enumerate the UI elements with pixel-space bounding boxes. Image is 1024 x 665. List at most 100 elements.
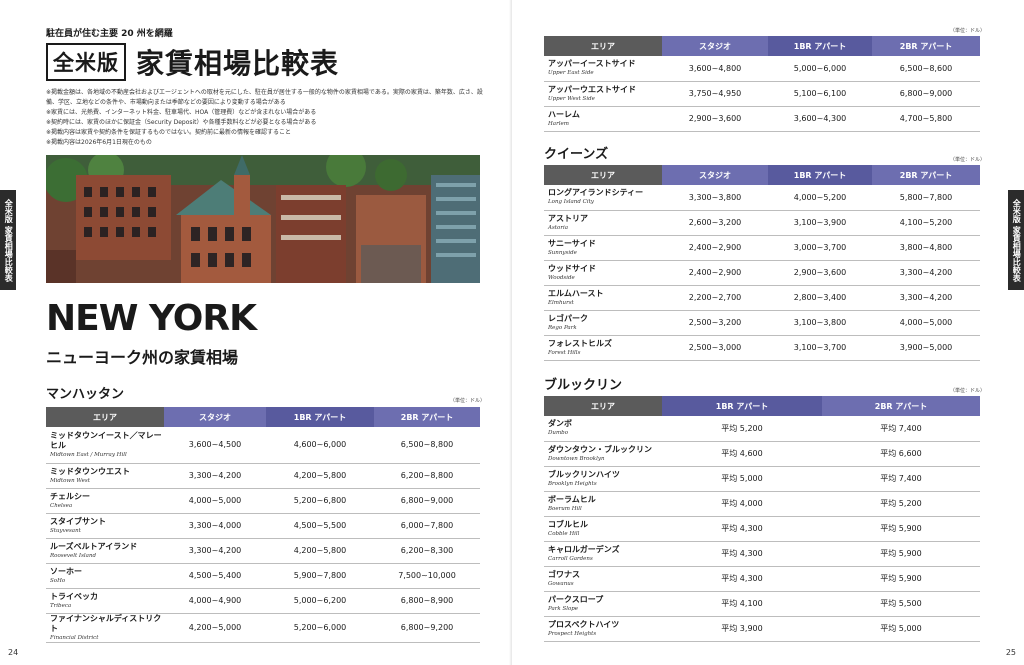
area-name-en: Dumbo bbox=[548, 430, 568, 437]
area-cell: ミッドタウンイースト／マレーヒル Midtown East / Murray Hi… bbox=[46, 427, 164, 464]
area-cell: ルーズベルトアイランド Roosevelt Island bbox=[46, 538, 164, 564]
table-row: フォレストヒルズ Forest Hills 2,500~3,000 3,100~3,7… bbox=[544, 335, 980, 361]
table-row: ロングアイランドシティー Long Island City 3,300~3,800 4… bbox=[544, 185, 980, 211]
area-name-en: Financial District bbox=[50, 634, 99, 641]
area-name-jp: プロスペクトハイツ bbox=[548, 619, 620, 629]
rent-cell-br1: 5,100~6,100 bbox=[768, 81, 872, 107]
area-name-jp: アストリア bbox=[548, 213, 588, 223]
rent-cell-br2: 3,900~5,000 bbox=[872, 335, 980, 361]
area-name-en: Upper East Side bbox=[548, 70, 594, 77]
area-name-jp: アッパーウエストサイド bbox=[548, 84, 636, 94]
table-row: レゴパーク Rego Park 2,500~3,200 3,100~3,800 4,00… bbox=[544, 310, 980, 336]
rent-cell-br2: 6,000~7,800 bbox=[374, 513, 480, 539]
area-name-en: Astoria bbox=[548, 224, 568, 231]
note: ※掲載内容は家賃や契約条件を保証するものではない。契約前に最新の情報を確認するこ… bbox=[46, 129, 292, 136]
table-row: ダウンタウン・ブルックリン Downtown Brooklyn 平均 4,600 平均… bbox=[544, 441, 980, 467]
unit-label: （単位：ドル） bbox=[950, 388, 986, 394]
area-name-jp: ダンボ bbox=[548, 419, 572, 429]
col-header-1br: 1BR アパート bbox=[266, 407, 374, 427]
table-row: ゴワナス Gowanus 平均 4,300 平均 5,900 bbox=[544, 566, 980, 592]
rent-cell-br2: 6,200~8,300 bbox=[374, 538, 480, 564]
area-cell: ダンボ Dumbo bbox=[544, 416, 662, 442]
rent-cell-br2: 6,800~9,000 bbox=[872, 81, 980, 107]
right-page: 全米版 家賃相場比較表 （単位：ドル） エリア スタジオ 1BR アパート 2B… bbox=[512, 0, 1024, 665]
rent-cell-studio: 3,600~4,800 bbox=[662, 56, 768, 82]
rent-cell-br2: 4,100~5,200 bbox=[872, 210, 980, 236]
city-photo bbox=[46, 155, 480, 283]
rent-cell-br1: 4,200~5,800 bbox=[266, 538, 374, 564]
area-name-jp: ウッドサイド bbox=[548, 263, 596, 273]
area-cell: アッパーウエストサイド Upper West Side bbox=[544, 81, 662, 107]
area-cell: キャロルガーデンズ Carroll Gardens bbox=[544, 541, 662, 567]
area-name-jp: ロングアイランドシティー bbox=[548, 188, 644, 198]
rent-cell-br1: 3,100~3,900 bbox=[768, 210, 872, 236]
area-name-en: Long Island City bbox=[548, 199, 594, 206]
col-header-area: エリア bbox=[544, 36, 662, 56]
rent-cell-br1: 3,000~3,700 bbox=[768, 235, 872, 261]
rent-cell-studio: 4,000~5,000 bbox=[164, 488, 266, 514]
rent-cell-br2: 平均 7,400 bbox=[822, 466, 980, 492]
rent-cell-br1: 平均 4,300 bbox=[662, 566, 822, 592]
area-name-jp: レゴパーク bbox=[548, 313, 588, 323]
col-header-2br: 2BR アパート bbox=[872, 165, 980, 185]
title-main: 家賃相場比較表 bbox=[136, 47, 340, 80]
state-title-jp: ニューヨーク州の家賃相場 bbox=[46, 348, 239, 367]
rent-cell-br2: 3,800~4,800 bbox=[872, 235, 980, 261]
rent-cell-studio: 3,300~4,000 bbox=[164, 513, 266, 539]
area-name-en: Boerum Hill bbox=[548, 505, 582, 512]
rent-cell-studio: 4,000~4,900 bbox=[164, 588, 266, 614]
table-row: アストリア Astoria 2,600~3,200 3,100~3,900 4,100~… bbox=[544, 210, 980, 236]
table-row: ハーレム Harlem 2,900~3,600 3,600~4,300 4,700~5,… bbox=[544, 106, 980, 132]
rent-cell-studio: 2,500~3,200 bbox=[662, 310, 768, 336]
area-cell: ウッドサイド Woodside bbox=[544, 260, 662, 286]
notes: ※掲載金額は、各地域の不動産会社およびエージェントへの取材を元にした、駐在員が居… bbox=[46, 88, 486, 148]
rent-cell-studio: 4,200~5,000 bbox=[164, 613, 266, 643]
table-row: キャロルガーデンズ Carroll Gardens 平均 4,300 平均 5,900 bbox=[544, 541, 980, 567]
rent-cell-studio: 3,300~4,200 bbox=[164, 538, 266, 564]
area-cell: フォレストヒルズ Forest Hills bbox=[544, 335, 662, 361]
area-cell: ハーレム Harlem bbox=[544, 106, 662, 132]
rent-cell-br2: 6,500~8,800 bbox=[374, 427, 480, 464]
rent-cell-br2: 4,000~5,000 bbox=[872, 310, 980, 336]
rent-cell-br1: 5,000~6,000 bbox=[768, 56, 872, 82]
rent-cell-br2: 平均 7,400 bbox=[822, 416, 980, 442]
rent-cell-br1: 3,100~3,700 bbox=[768, 335, 872, 361]
note: ※家賃には、光熱費、インターネット料金、駐車場代、HOA（管理費）などが含まれな… bbox=[46, 109, 317, 116]
rent-cell-br1: 3,600~4,300 bbox=[768, 106, 872, 132]
area-name-jp: ハーレム bbox=[548, 109, 580, 119]
area-name-jp: アッパーイーストサイド bbox=[548, 59, 636, 69]
rent-cell-br2: 3,300~4,200 bbox=[872, 260, 980, 286]
table-row: パークスロープ Park Slope 平均 4,100 平均 5,500 bbox=[544, 591, 980, 617]
area-name-jp: パークスロープ bbox=[548, 594, 604, 604]
rent-cell-br2: 6,800~8,900 bbox=[374, 588, 480, 614]
area-name-en: Woodside bbox=[548, 274, 575, 281]
table-row: ウッドサイド Woodside 2,400~2,900 2,900~3,600 3,30… bbox=[544, 260, 980, 286]
area-name-en: Chelsea bbox=[50, 502, 73, 509]
col-header-area: エリア bbox=[544, 396, 662, 416]
area-name-jp: ダウンタウン・ブルックリン bbox=[548, 444, 652, 454]
rent-cell-br1: 平均 4,100 bbox=[662, 591, 822, 617]
rent-cell-br1: 5,200~6,000 bbox=[266, 613, 374, 643]
rent-cell-studio: 3,600~4,500 bbox=[164, 427, 266, 464]
rent-cell-br1: 平均 3,900 bbox=[662, 616, 822, 642]
rent-cell-br1: 2,800~3,400 bbox=[768, 285, 872, 311]
area-name-jp: フォレストヒルズ bbox=[548, 338, 612, 348]
table-row: ダンボ Dumbo 平均 5,200 平均 7,400 bbox=[544, 416, 980, 442]
rent-cell-br2: 平均 5,900 bbox=[822, 566, 980, 592]
area-cell: コブルヒル Cobble Hill bbox=[544, 516, 662, 542]
rent-cell-br1: 平均 5,000 bbox=[662, 466, 822, 492]
area-name-en: SoHo bbox=[50, 577, 66, 584]
area-name-en: Elmhurst bbox=[548, 299, 574, 306]
area-cell: ゴワナス Gowanus bbox=[544, 566, 662, 592]
rent-cell-br1: 2,900~3,600 bbox=[768, 260, 872, 286]
rent-cell-studio: 2,900~3,600 bbox=[662, 106, 768, 132]
rent-cell-studio: 2,600~3,200 bbox=[662, 210, 768, 236]
rent-cell-br1: 4,200~5,800 bbox=[266, 463, 374, 489]
area-name-en: Carroll Gardens bbox=[548, 555, 593, 562]
rent-cell-studio: 3,750~4,950 bbox=[662, 81, 768, 107]
area-name-en: Midtown East / Murray Hill bbox=[50, 451, 127, 458]
area-cell: サニーサイド Sunnyside bbox=[544, 235, 662, 261]
area-cell: ロングアイランドシティー Long Island City bbox=[544, 185, 662, 211]
rent-cell-br2: 平均 5,200 bbox=[822, 491, 980, 517]
state-title-en: NEW YORK bbox=[46, 298, 257, 339]
